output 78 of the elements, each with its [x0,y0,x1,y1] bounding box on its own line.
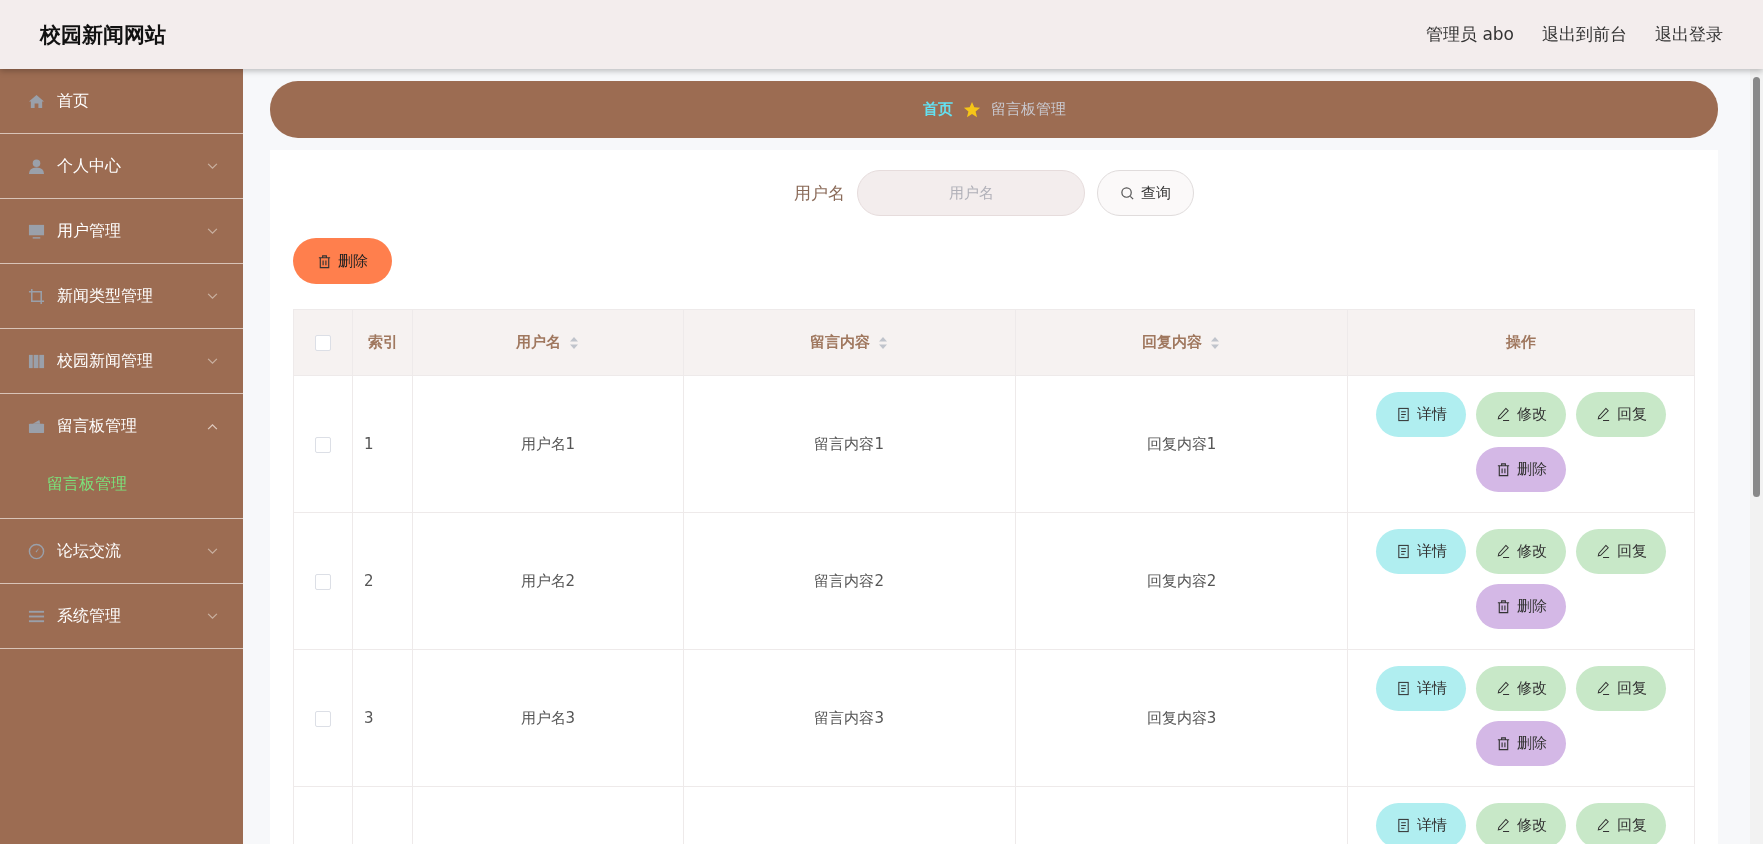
monitor-icon [28,222,45,240]
document-icon [1395,818,1411,833]
pencil-icon [1595,407,1611,422]
column-header: 操作 [1347,309,1695,376]
pencil-icon [1495,818,1511,833]
table-cell: 留言内容1 [814,434,884,453]
search-button[interactable]: 查询 [1097,170,1194,216]
reply-button[interactable]: 回复 [1576,666,1666,711]
row-checkbox[interactable] [315,436,331,453]
table-cell: 2 [364,572,374,590]
table-cell: 用户名3 [520,708,576,727]
sidebar-item[interactable]: 论坛交流 [0,519,243,583]
trash-icon [1495,462,1511,477]
table-cell: 留言内容2 [814,571,884,590]
wallet-icon [28,417,45,435]
sidebar-item[interactable]: 校园新闻管理 [0,329,243,393]
user-icon [28,157,45,175]
edit-button[interactable]: 修改 [1476,392,1566,437]
table-cell: 留言内容3 [814,708,884,727]
delete-button[interactable]: 删除 [293,238,392,284]
pencil-icon [1595,818,1611,833]
detail-button[interactable]: 详情 [1376,666,1466,711]
pencil-icon [1495,681,1511,696]
site-title: 校园新闻网站 [40,21,166,49]
search-label: 用户名 [794,181,845,205]
reply-button[interactable]: 回复 [1576,529,1666,574]
pencil-icon [1495,544,1511,559]
edit-button[interactable]: 修改 [1476,529,1566,574]
document-icon [1395,407,1411,422]
select-all-checkbox[interactable] [315,335,331,351]
document-icon [1395,681,1411,696]
table-cell: 回复内容1 [1146,434,1217,453]
header-link[interactable]: 退出登录 [1655,23,1723,46]
compass-icon [28,542,45,560]
row-checkbox[interactable] [315,573,331,590]
delete-button[interactable]: 删除 [1476,584,1566,629]
pencil-icon [1595,544,1611,559]
crop-icon [28,287,45,305]
column-header[interactable]: 回复内容 [1015,309,1348,376]
trash-icon [317,253,332,269]
sidebar-item[interactable]: 留言板管理 [0,394,243,458]
sidebar-item[interactable]: 用户管理 [0,199,243,263]
table-cell: 3 [364,709,374,727]
delete-button[interactable]: 删除 [1476,447,1566,492]
username-field[interactable]: 用户名 [857,170,1085,216]
edit-button[interactable]: 修改 [1476,666,1566,711]
detail-button[interactable]: 详情 [1376,392,1466,437]
book-icon [28,352,45,370]
sidebar-item[interactable]: 新闻类型管理 [0,264,243,328]
reply-button[interactable]: 回复 [1576,803,1666,844]
home-icon [28,92,45,110]
table-cell: 1 [364,435,374,453]
table-cell: 用户名1 [520,434,576,453]
detail-button[interactable]: 详情 [1376,529,1466,574]
document-icon [1395,544,1411,559]
table-cell: 用户名2 [520,571,576,590]
sidebar-item[interactable]: 系统管理 [0,584,243,648]
reply-button[interactable]: 回复 [1576,392,1666,437]
header-link[interactable]: 管理员 abo [1426,23,1514,46]
sidebar-item[interactable]: 首页 [0,69,243,133]
scrollbar[interactable] [1750,69,1763,844]
pencil-icon [1495,407,1511,422]
row-checkbox[interactable] [315,710,331,727]
delete-button[interactable]: 删除 [1476,721,1566,766]
table-cell: 回复内容3 [1146,708,1217,727]
trash-icon [1495,736,1511,751]
column-header[interactable]: 用户名 [412,309,684,376]
column-header: 索引 [352,309,413,376]
trash-icon [1495,599,1511,614]
sidebar-item[interactable]: 个人中心 [0,134,243,198]
column-header[interactable]: 留言内容 [683,309,1016,376]
table-cell: 回复内容2 [1146,571,1217,590]
pencil-icon [1595,681,1611,696]
search-icon [1120,185,1135,201]
header-link[interactable]: 退出到前台 [1542,23,1627,46]
detail-button[interactable]: 详情 [1376,803,1466,844]
edit-button[interactable]: 修改 [1476,803,1566,844]
star-icon [962,100,981,119]
